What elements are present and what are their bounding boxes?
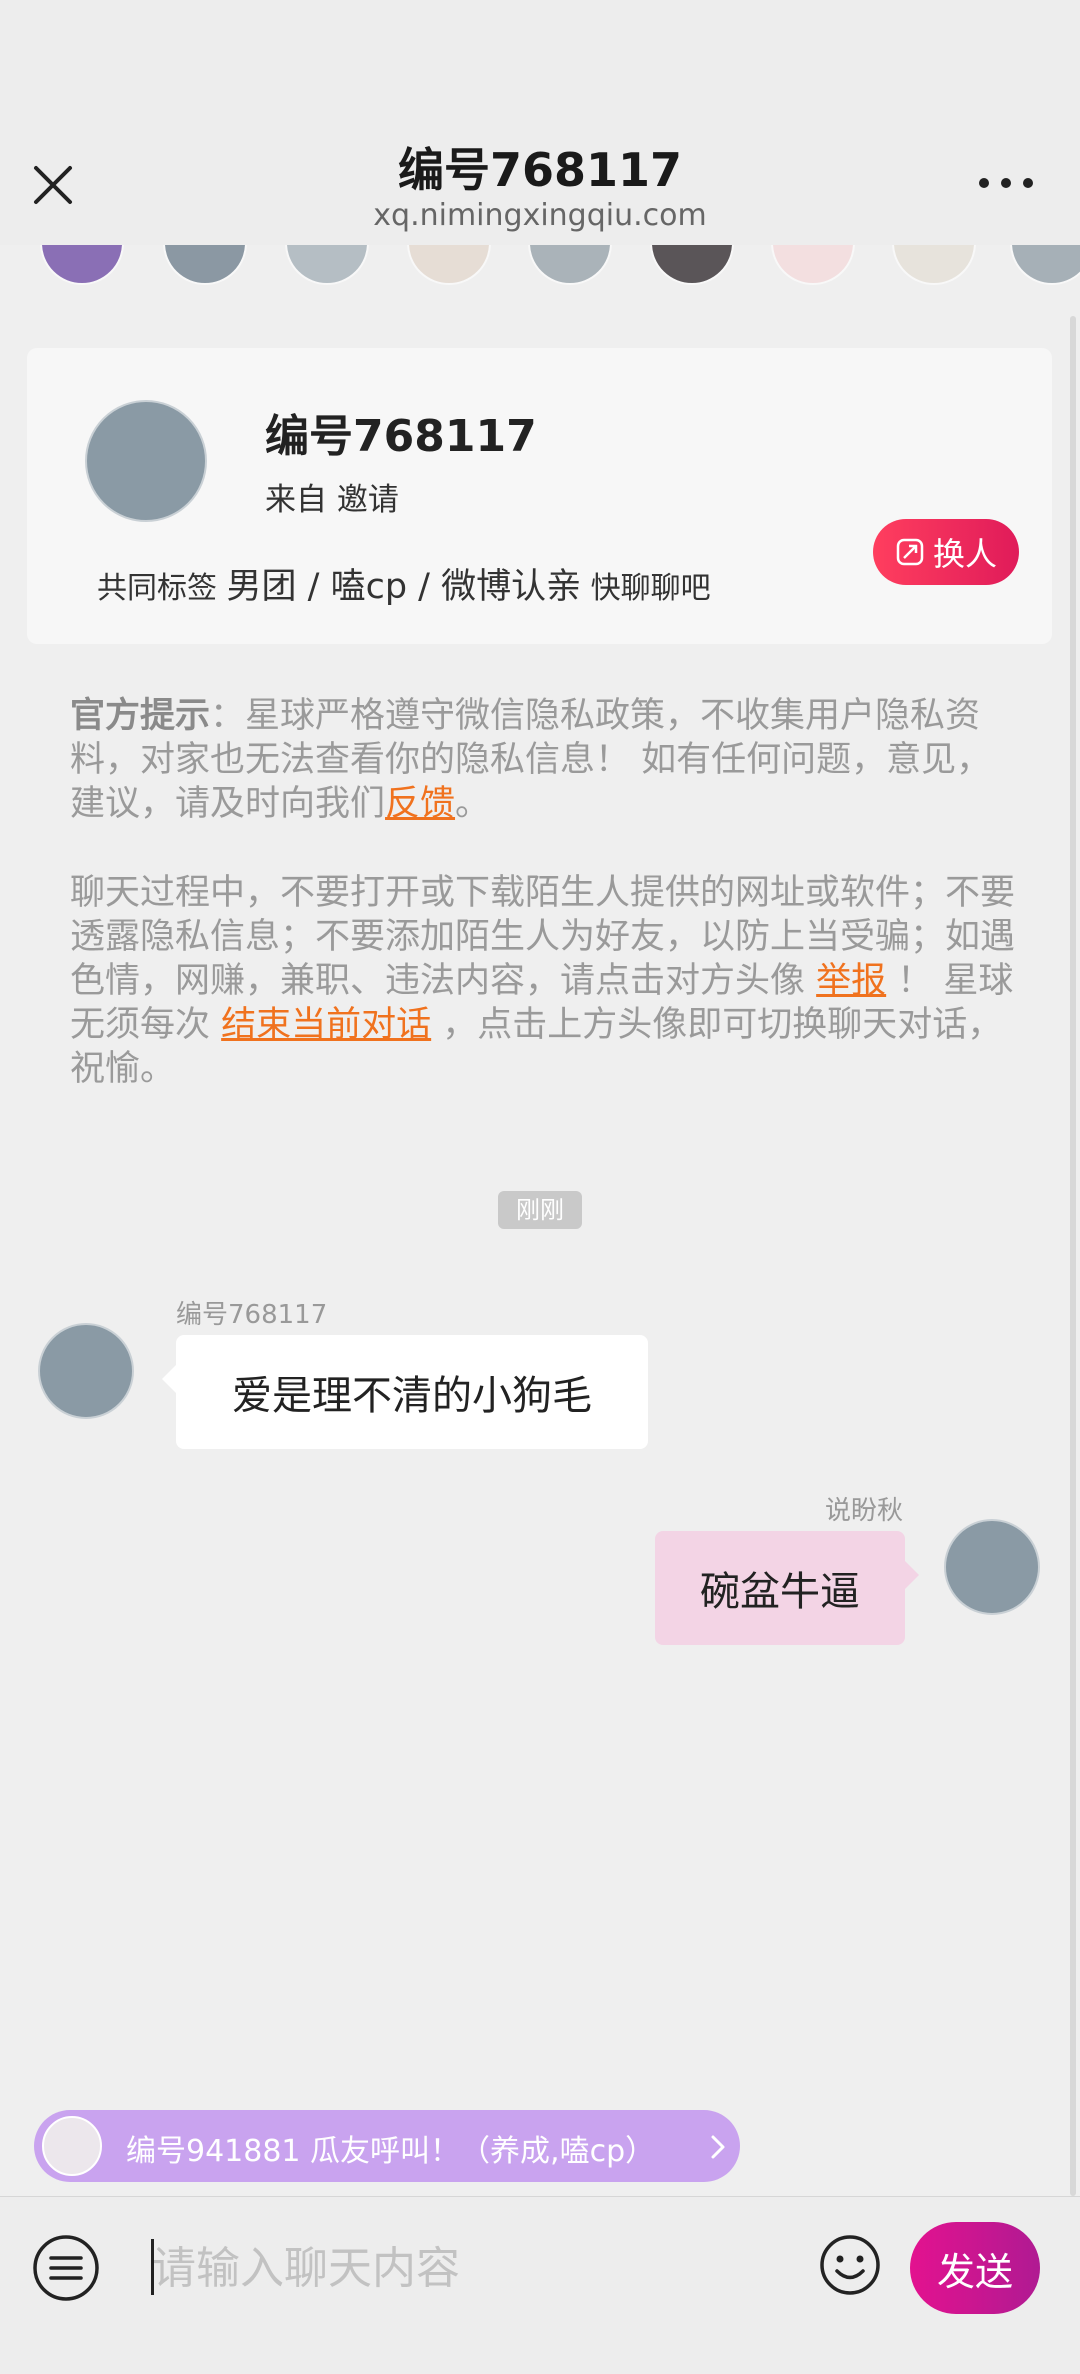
common-tags: 共同标签 男团 / 嗑cp / 微博认亲 快聊聊吧 (97, 558, 711, 609)
tags-label: 共同标签 (97, 571, 217, 606)
swap-icon (896, 538, 924, 566)
swap-label: 换人 (932, 535, 997, 573)
strip-avatar[interactable] (163, 245, 247, 285)
caller-avatar (42, 2116, 102, 2176)
text-caret (151, 2239, 154, 2295)
safety-notice: 聊天过程中，不要打开或下载陌生人提供的网址或软件；不要透露隐私信息；不要添加陌生… (70, 871, 1020, 1091)
notice-text-end: 。 (455, 784, 491, 824)
incoming-avatar[interactable] (38, 1323, 134, 1419)
tags-extra: 快聊聊吧 (590, 571, 711, 606)
strip-avatar[interactable] (40, 245, 124, 285)
incoming-call-banner[interactable]: 编号941881 瓜友呼叫！（养成,嗑cp） (34, 2110, 740, 2182)
profile-name: 编号768117 (265, 411, 537, 462)
profile-source: 来自 邀请 (265, 482, 399, 518)
incoming-sender-name: 编号768117 (176, 1300, 328, 1330)
bubble-tail (162, 1365, 176, 1393)
swap-person-button[interactable]: 换人 (873, 519, 1019, 585)
strip-avatar[interactable] (1010, 245, 1080, 285)
call-banner-text: 编号941881 瓜友呼叫！（养成,嗑cp） (126, 2134, 656, 2169)
message-input[interactable] (150, 2227, 794, 2309)
strip-avatar[interactable] (892, 245, 976, 285)
message-timestamp: 刚刚 (498, 1191, 582, 1229)
page-title: 编号768117 (397, 143, 683, 197)
emoji-icon[interactable] (819, 2234, 881, 2296)
bubble-tail (905, 1561, 919, 1589)
chevron-right-icon (711, 2135, 725, 2159)
outgoing-avatar[interactable] (944, 1519, 1040, 1615)
incoming-message-text: 爱是理不清的小狗毛 (232, 1373, 592, 1419)
page-url: xq.nimingxingqiu.com (373, 198, 707, 233)
outgoing-sender-name: 说盼秋 (825, 1496, 904, 1526)
top-bar: 编号768117 xq.nimingxingqiu.com (0, 0, 1080, 245)
avatar[interactable] (85, 400, 207, 522)
scrollbar[interactable] (1070, 316, 1076, 2196)
avatar-strip (0, 245, 1080, 287)
outgoing-message[interactable]: 碗盆牛逼 (655, 1531, 919, 1645)
end-chat-link[interactable]: 结束当前对话 (221, 1005, 431, 1045)
official-notice: 官方提示：星球严格遵守微信隐私政策，不收集用户隐私资料，对家也无法查看你的隐私信… (70, 694, 1020, 826)
profile-card: 编号768117 来自 邀请 共同标签 男团 / 嗑cp / 微博认亲 快聊聊吧… (27, 348, 1052, 644)
send-button[interactable]: 发送 (910, 2222, 1040, 2314)
outgoing-message-text: 碗盆牛逼 (700, 1569, 860, 1615)
incoming-message[interactable]: 爱是理不清的小狗毛 (162, 1335, 648, 1449)
tags-list: 男团 / 嗑cp / 微博认亲 (226, 567, 582, 607)
more-icon[interactable] (976, 168, 1036, 198)
strip-avatar[interactable] (285, 245, 369, 285)
strip-avatar[interactable] (528, 245, 612, 285)
notice-label: 官方提示 (70, 696, 211, 736)
input-bar: 发送 (0, 2196, 1080, 2374)
strip-avatar[interactable] (407, 245, 491, 285)
report-link[interactable]: 举报 (816, 961, 886, 1001)
strip-avatar[interactable] (650, 245, 734, 285)
menu-icon[interactable] (32, 2234, 100, 2302)
strip-avatar[interactable] (771, 245, 855, 285)
feedback-link[interactable]: 反馈 (385, 784, 455, 824)
